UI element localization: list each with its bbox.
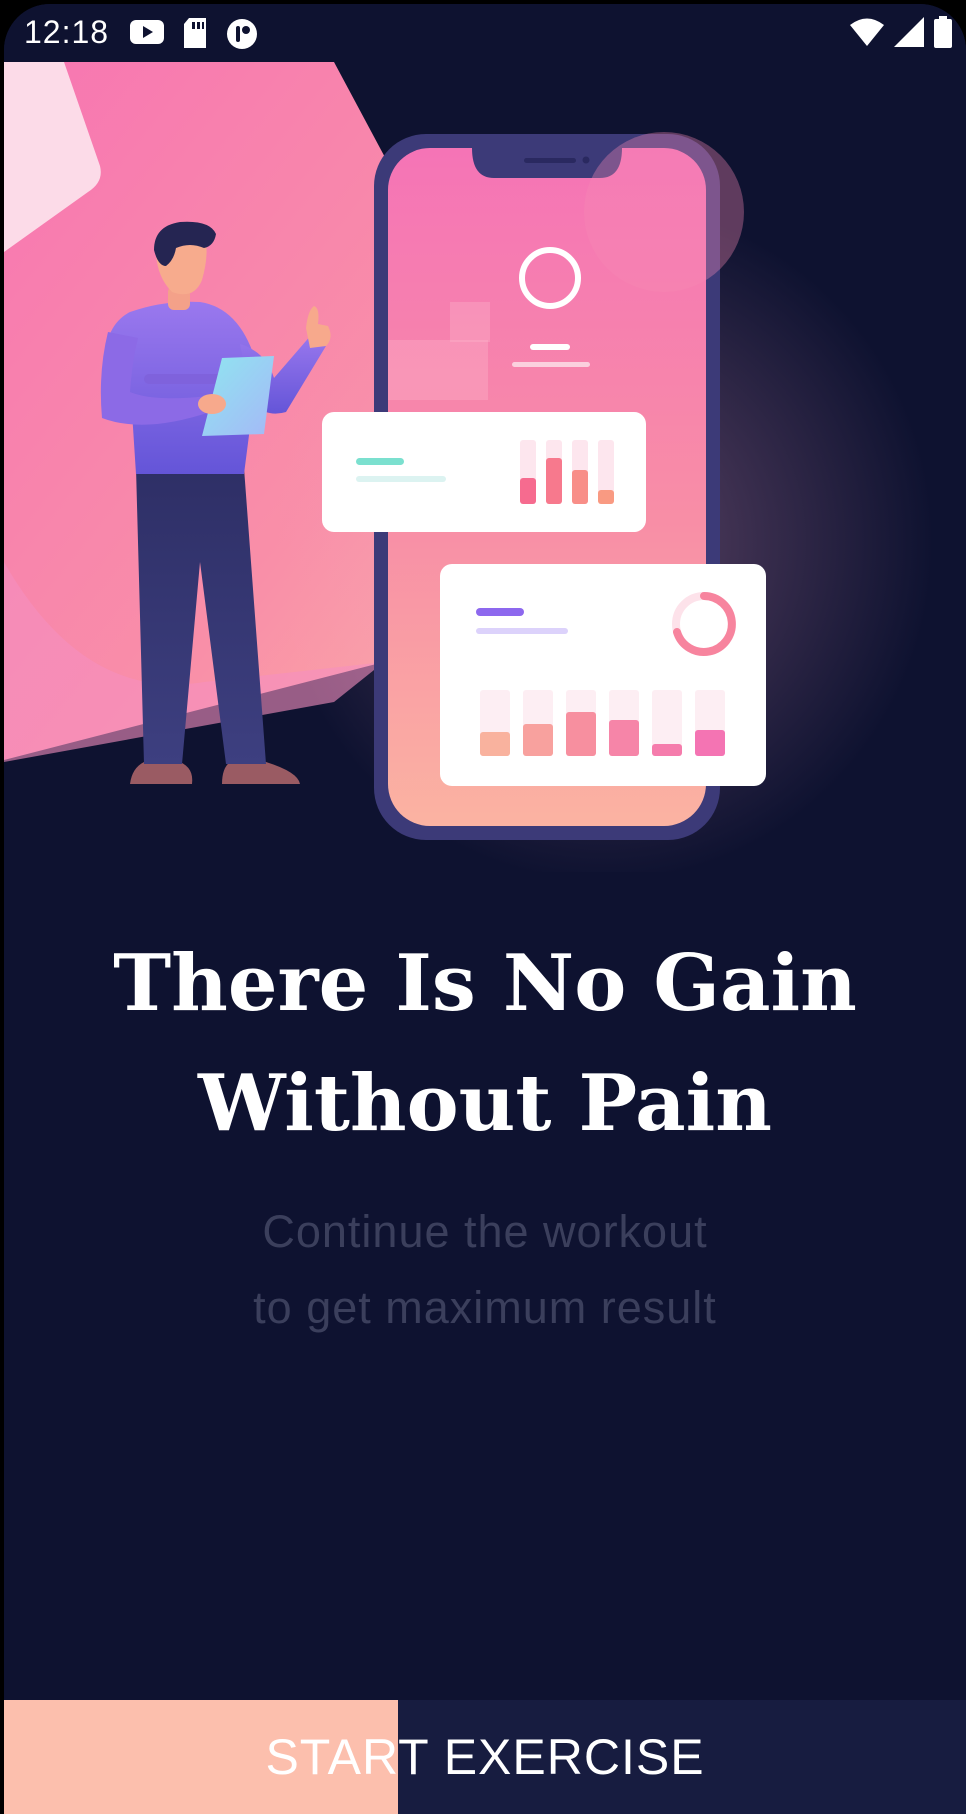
- youtube-icon: [130, 20, 164, 44]
- page-title: There Is No Gain Without Pain: [4, 924, 966, 1164]
- start-exercise-label: START EXERCISE: [265, 1729, 705, 1785]
- page-subtitle-line1: Continue the workout: [262, 1206, 708, 1257]
- status-bar: 12:18: [4, 4, 966, 62]
- page-subtitle-line2: to get maximum result: [253, 1282, 717, 1333]
- status-left-icons: [130, 18, 258, 50]
- status-right-icons: [850, 16, 952, 48]
- status-time: 12:18: [24, 14, 110, 50]
- signal-icon: [894, 17, 924, 47]
- sd-card-icon: [184, 18, 206, 48]
- page-title-line1: There Is No Gain: [113, 938, 857, 1029]
- page-title-line2: Without Pain: [198, 1058, 772, 1149]
- app-notification-icon: [227, 19, 257, 49]
- start-exercise-button[interactable]: START EXERCISE: [4, 1700, 966, 1814]
- wifi-icon: [850, 18, 884, 46]
- battery-icon: [934, 16, 952, 48]
- hero-illustration: [4, 62, 934, 872]
- screen: 12:18 There Is No Gain Without Pain Cont…: [4, 4, 966, 1814]
- page-subtitle: Continue the workout to get maximum resu…: [4, 1194, 966, 1346]
